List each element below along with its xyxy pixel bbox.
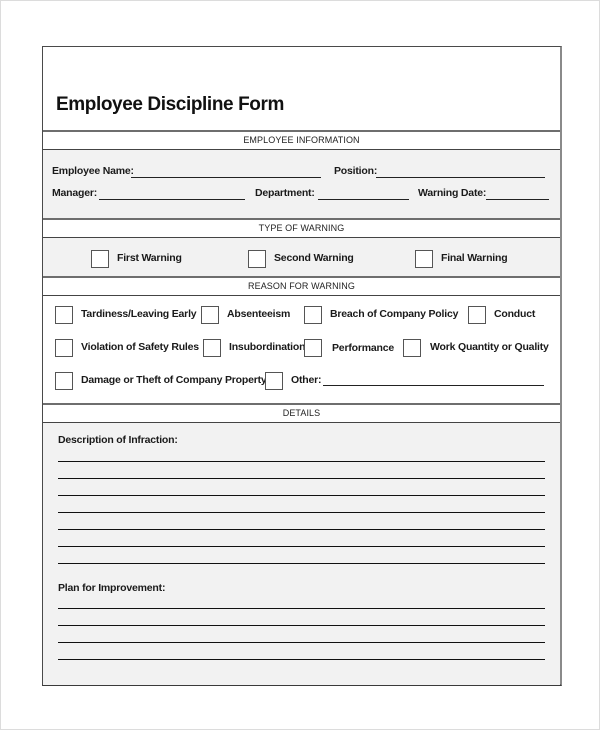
manager-label: Manager: <box>52 187 98 199</box>
warning-date-field[interactable] <box>486 199 549 200</box>
reason-for-warning-section: Tardiness/Leaving Early Absenteeism Brea… <box>43 296 560 404</box>
section-header-reason-for-warning: REASON FOR WARNING <box>43 276 560 296</box>
safety-violation-label: Violation of Safety Rules <box>81 341 199 353</box>
performance-checkbox[interactable] <box>304 339 322 357</box>
department-label: Department: <box>255 187 315 199</box>
description-writing-line[interactable] <box>58 563 545 564</box>
first-warning-checkbox[interactable] <box>91 250 109 268</box>
employee-name-label: Employee Name: <box>52 165 134 177</box>
second-warning-checkbox[interactable] <box>248 250 266 268</box>
position-label: Position: <box>334 165 378 177</box>
insubordination-label: Insubordination <box>229 341 306 353</box>
employee-name-field[interactable] <box>131 177 321 178</box>
details-section: Description of Infraction: Plan for Impr… <box>43 423 560 685</box>
safety-violation-checkbox[interactable] <box>55 339 73 357</box>
breach-of-policy-checkbox[interactable] <box>304 306 322 324</box>
manager-field[interactable] <box>99 199 245 200</box>
description-writing-line[interactable] <box>58 461 545 462</box>
description-writing-line[interactable] <box>58 529 545 530</box>
tardiness-label: Tardiness/Leaving Early <box>81 308 197 320</box>
first-warning-label: First Warning <box>117 252 182 264</box>
work-quality-checkbox[interactable] <box>403 339 421 357</box>
other-checkbox[interactable] <box>265 372 283 390</box>
other-label: Other: <box>291 374 322 386</box>
plan-for-improvement-label: Plan for Improvement: <box>58 582 166 594</box>
description-writing-line[interactable] <box>58 495 545 496</box>
absenteeism-label: Absenteeism <box>227 308 291 320</box>
form-title: Employee Discipline Form <box>56 94 284 115</box>
insubordination-checkbox[interactable] <box>203 339 221 357</box>
section-header-employee-information: EMPLOYEE INFORMATION <box>43 130 560 150</box>
position-field[interactable] <box>376 177 545 178</box>
plan-writing-line[interactable] <box>58 659 545 660</box>
type-of-warning-section: First Warning Second Warning Final Warni… <box>43 238 560 277</box>
tardiness-checkbox[interactable] <box>55 306 73 324</box>
warning-date-label: Warning Date: <box>418 187 487 199</box>
description-of-infraction-label: Description of Infraction: <box>58 434 178 446</box>
plan-writing-line[interactable] <box>58 608 545 609</box>
final-warning-label: Final Warning <box>441 252 508 264</box>
employee-information-section: Employee Name: Position: Manager: Depart… <box>43 150 560 219</box>
final-warning-checkbox[interactable] <box>415 250 433 268</box>
breach-of-policy-label: Breach of Company Policy <box>330 308 459 320</box>
plan-writing-line[interactable] <box>58 642 545 643</box>
discipline-form: Employee Discipline Form EMPLOYEE INFORM… <box>42 46 562 686</box>
department-field[interactable] <box>318 199 409 200</box>
work-quality-label: Work Quantity or Quality <box>430 341 549 353</box>
other-field[interactable] <box>323 385 544 386</box>
plan-writing-line[interactable] <box>58 625 545 626</box>
description-writing-line[interactable] <box>58 478 545 479</box>
section-header-details: DETAILS <box>43 403 560 423</box>
description-writing-line[interactable] <box>58 512 545 513</box>
damage-theft-label: Damage or Theft of Company Property <box>81 374 267 386</box>
conduct-label: Conduct <box>494 308 536 320</box>
performance-label: Performance <box>332 342 394 354</box>
damage-theft-checkbox[interactable] <box>55 372 73 390</box>
section-header-type-of-warning: TYPE OF WARNING <box>43 218 560 238</box>
conduct-checkbox[interactable] <box>468 306 486 324</box>
description-writing-line[interactable] <box>58 546 545 547</box>
absenteeism-checkbox[interactable] <box>201 306 219 324</box>
second-warning-label: Second Warning <box>274 252 354 264</box>
